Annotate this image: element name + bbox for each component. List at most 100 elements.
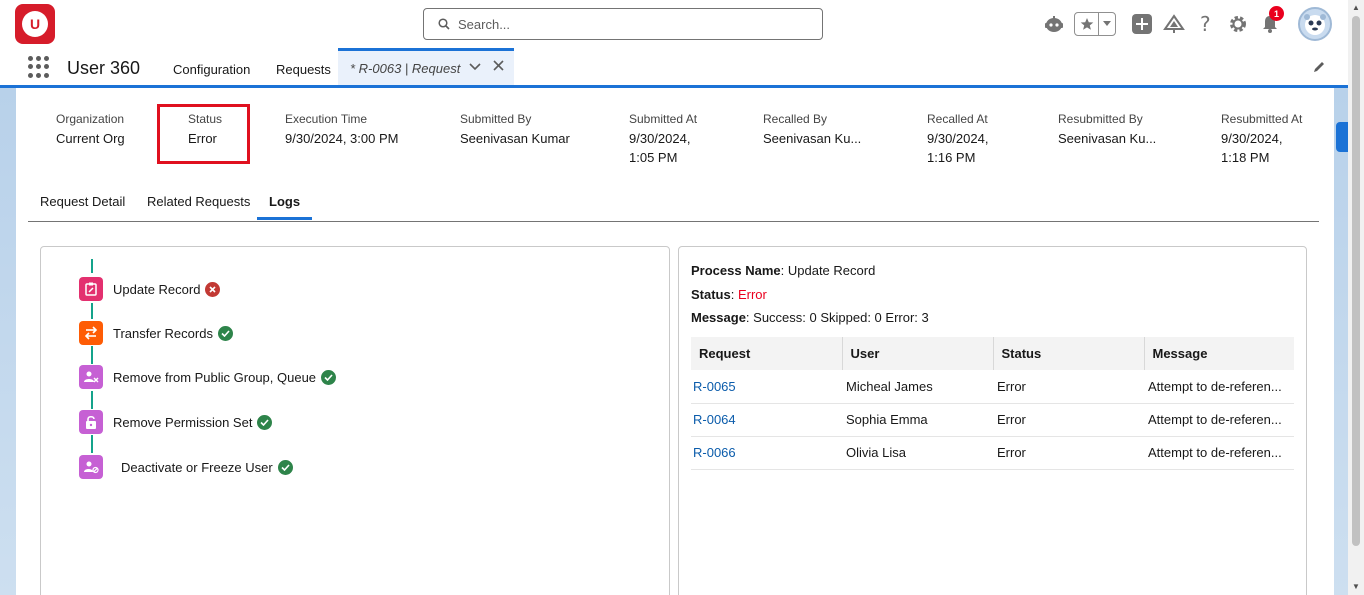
help-icon[interactable]: ? [1190,5,1222,43]
user-cell: Micheal James [842,370,993,404]
nav-item-requests[interactable]: Requests [276,62,331,77]
error-icon [205,281,221,297]
field-label: Recalled By [763,112,828,126]
status-cell: Error [993,436,1144,470]
utility-panel-handle[interactable] [1336,122,1348,152]
nav-item-configuration[interactable]: Configuration [173,62,250,77]
field-recalled-by: Recalled By Seenivasan Ku... [763,110,861,148]
favorites-control[interactable] [1074,12,1116,36]
close-icon[interactable] [493,59,504,74]
scrollbar[interactable]: ▲ ▼ [1348,0,1364,595]
status-highlight-box [157,104,250,164]
success-icon [321,369,337,385]
timeline-connector [91,303,93,319]
request-link[interactable]: R-0066 [691,436,842,470]
field-value: Seenivasan Ku... [1058,131,1157,146]
active-tab-label: * R-0063 | Request [350,60,461,76]
avatar[interactable] [1298,7,1332,41]
timeline-connector [91,391,93,409]
search-input[interactable] [458,16,778,32]
step-update-record[interactable]: Update Record [79,277,221,301]
column-header-status[interactable]: Status [993,337,1145,370]
background-right [1334,88,1348,595]
tab-r-0063-request[interactable]: * R-0063 | Request [338,48,514,85]
scroll-down-icon[interactable]: ▼ [1352,582,1360,591]
notifications-icon[interactable]: 1 [1254,5,1286,43]
record-tabs: Request Detail Related Requests Logs [28,188,1319,222]
field-value: 9/30/2024, [1221,131,1283,146]
field-value: Seenivasan Kumar [460,131,570,146]
app-launcher-icon[interactable] [28,56,50,78]
scroll-up-icon[interactable]: ▲ [1352,3,1360,12]
column-header-user[interactable]: User [842,337,994,370]
step-label: Deactivate or Freeze User [121,459,273,475]
add-icon[interactable] [1126,5,1158,43]
user-cell: Sophia Emma [842,403,993,437]
search-box[interactable] [423,8,823,40]
status-cell: Error [993,370,1144,404]
process-steps-panel: Update Record Transfer Records Remove fr… [40,246,670,595]
logo-mark: U [22,11,48,37]
chevron-down-icon[interactable] [469,59,481,74]
message-cell: Attempt to de-referen... [1144,436,1294,470]
step-remove-permission-set[interactable]: Remove Permission Set [79,410,273,434]
gear-icon[interactable] [1222,5,1254,43]
chevron-down-icon[interactable] [1099,21,1115,27]
field-value-line2: 1:05 PM [629,150,678,165]
step-remove-public-group[interactable]: Remove from Public Group, Queue [79,365,337,389]
trailhead-icon[interactable] [1158,5,1190,43]
scrollbar-thumb[interactable] [1352,16,1360,546]
message-cell: Attempt to de-referen... [1144,370,1294,404]
field-label: Resubmitted By [1058,112,1143,126]
tab-logs[interactable]: Logs [257,194,313,220]
app-nav-bar: User 360 Configuration Requests * R-0063… [0,48,1348,88]
process-detail-panel: Process Name: Update Record Status: Erro… [678,246,1307,595]
process-name-value: Update Record [787,263,876,278]
field-resubmitted-by: Resubmitted By Seenivasan Ku... [1058,110,1156,148]
search-icon [438,18,450,30]
field-recalled-at: Recalled At 9/30/2024, 1:16 PM [927,110,988,167]
message-cell: Attempt to de-referen... [1144,403,1294,437]
process-name-row: Process Name: Update Record [691,263,876,278]
tab-request-detail[interactable]: Request Detail [40,194,125,209]
field-label: Submitted At [629,112,698,126]
step-transfer-records[interactable]: Transfer Records [79,321,233,345]
field-resubmitted-at: Resubmitted At 9/30/2024, 1:18 PM [1221,110,1302,167]
status-cell: Error [993,403,1144,437]
field-execution-time: Execution Time 9/30/2024, 3:00 PM [285,110,398,148]
process-name-label: Process Name [691,263,781,278]
success-icon [277,459,293,475]
field-submitted-at: Submitted At 9/30/2024, 1:05 PM [629,110,697,167]
table-row: R-0065 Micheal James Error Attempt to de… [691,370,1294,404]
process-message-value: Success: 0 Skipped: 0 Error: 3 [753,310,929,325]
process-status-value: Error [737,287,767,302]
field-value: 9/30/2024, [629,131,691,146]
process-message-label: Message [691,310,746,325]
edit-nav-icon[interactable] [1312,60,1326,77]
tab-related-requests[interactable]: Related Requests [147,194,250,209]
column-header-message[interactable]: Message [1144,337,1294,370]
remove-group-icon [79,365,103,389]
field-submitted-by: Submitted By Seenivasan Kumar [460,110,570,148]
star-icon[interactable] [1075,13,1099,35]
background-left [0,88,16,595]
field-value: Seenivasan Ku... [763,131,862,146]
process-message-row: Message: Success: 0 Skipped: 0 Error: 3 [691,310,929,325]
request-link[interactable]: R-0064 [691,403,842,437]
requests-table: Request User Status Message R-0065 Miche… [691,337,1294,470]
field-value: 9/30/2024, [927,131,989,146]
record-card: Organization Current Org Status Error Ex… [16,88,1334,595]
app-logo[interactable]: U [15,4,55,44]
global-header: U ? 1 [0,0,1348,48]
column-header-request[interactable]: Request [691,337,843,370]
step-deactivate-freeze-user[interactable]: Deactivate or Freeze User [79,455,293,479]
agent-icon[interactable] [1038,5,1070,43]
timeline-connector [91,259,93,273]
field-value-line2: 1:16 PM [927,150,976,165]
request-link[interactable]: R-0065 [691,370,842,404]
step-label: Update Record [113,281,201,297]
field-value-line2: 1:18 PM [1221,150,1270,165]
process-status-label: Status [691,287,731,302]
field-label: Execution Time [285,112,368,126]
field-organization: Organization Current Org [56,110,125,148]
